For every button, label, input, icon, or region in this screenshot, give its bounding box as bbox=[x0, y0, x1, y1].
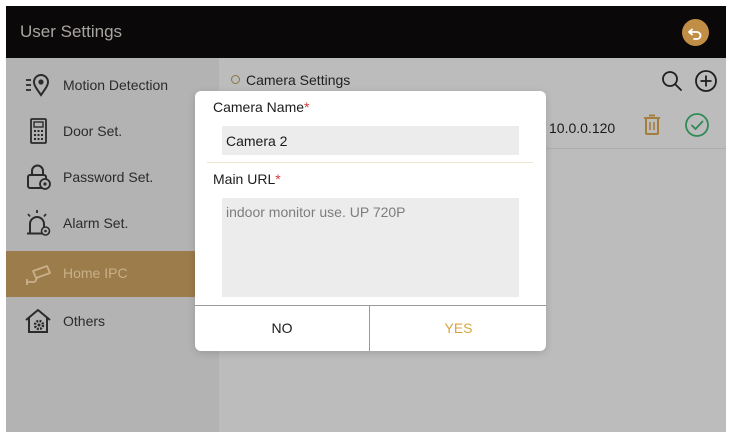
breadcrumb-dot-icon bbox=[231, 75, 240, 84]
dialog-button-row: NO YES bbox=[195, 305, 546, 351]
app-title: User Settings bbox=[20, 22, 123, 41]
door-panel-icon bbox=[30, 118, 47, 144]
camera-name-label-text: Camera Name bbox=[213, 99, 305, 115]
sidebar-item-label: Motion Detection bbox=[63, 77, 169, 93]
motion-detection-icon bbox=[26, 74, 50, 97]
sidebar-item-label: Home IPC bbox=[63, 265, 128, 281]
camera-name-label: Camera Name* bbox=[213, 99, 309, 115]
back-arrow-icon bbox=[688, 28, 702, 40]
trash-icon[interactable] bbox=[639, 112, 665, 138]
ipc-address: 10.0.0.120 bbox=[549, 120, 616, 136]
sidebar-item-alarm-set[interactable]: Alarm Set. bbox=[6, 201, 219, 247]
sidebar-item-label: Others bbox=[63, 313, 106, 329]
sidebar-item-password-set[interactable]: Password Set. bbox=[6, 155, 219, 201]
required-mark: * bbox=[304, 99, 310, 115]
required-mark: * bbox=[275, 171, 281, 187]
sidebar-item-others[interactable]: Others bbox=[6, 299, 219, 345]
home-gear-icon bbox=[25, 309, 51, 333]
title-bar: User Settings bbox=[6, 6, 726, 58]
sidebar-item-label: Alarm Set. bbox=[63, 215, 129, 231]
breadcrumb: Camera Settings bbox=[231, 72, 350, 88]
breadcrumb-label: Camera Settings bbox=[246, 72, 351, 88]
camera-name-input[interactable] bbox=[222, 126, 519, 155]
alarm-icon bbox=[27, 210, 51, 236]
main-url-input[interactable]: indoor monitor use. UP 720P bbox=[222, 198, 519, 297]
main-url-label: Main URL* bbox=[213, 171, 281, 187]
lock-icon bbox=[27, 164, 51, 190]
edit-camera-dialog: Camera Name* Main URL* indoor monitor us… bbox=[195, 91, 546, 351]
main-url-label-text: Main URL bbox=[213, 171, 276, 187]
sidebar-item-label: Password Set. bbox=[63, 169, 154, 185]
check-circle-icon[interactable] bbox=[684, 112, 710, 138]
sidebar-item-home-ipc[interactable]: Home IPC bbox=[6, 251, 219, 297]
no-button[interactable]: NO bbox=[195, 306, 370, 351]
sidebar-item-motion-detection[interactable]: Motion Detection bbox=[6, 63, 219, 109]
back-button[interactable] bbox=[682, 19, 709, 46]
divider bbox=[207, 162, 533, 163]
sidebar-item-door-set[interactable]: Door Set. bbox=[6, 109, 219, 155]
camera-icon bbox=[26, 265, 51, 285]
search-icon[interactable] bbox=[660, 69, 684, 93]
yes-button[interactable]: YES bbox=[371, 306, 546, 351]
add-icon[interactable] bbox=[694, 69, 718, 93]
sidebar: Motion Detection Door Set. Password Set.… bbox=[6, 58, 219, 432]
sidebar-item-label: Door Set. bbox=[63, 123, 123, 139]
